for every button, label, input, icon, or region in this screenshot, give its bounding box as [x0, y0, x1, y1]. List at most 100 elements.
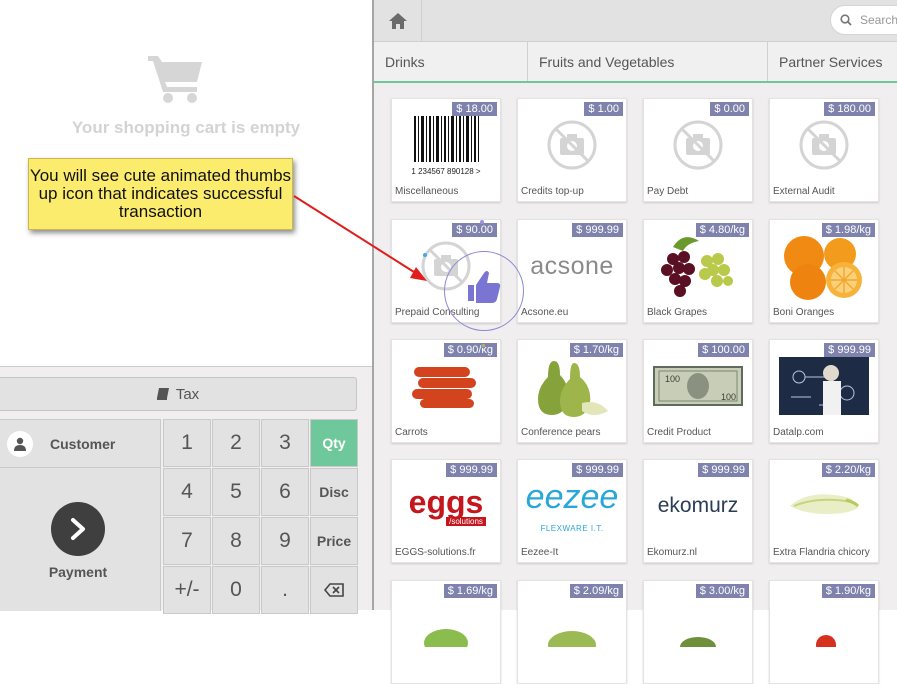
search-placeholder: Search: [860, 13, 897, 27]
product-card[interactable]: $ 180.00 External Audit: [769, 98, 879, 202]
shopping-cart-icon: [148, 56, 202, 103]
numpad-key-9[interactable]: 9: [261, 517, 309, 565]
product-card[interactable]: eggs /solutions $ 999.99 EGGS-solutions.…: [391, 459, 501, 563]
product-card[interactable]: $ 2.09/kg: [517, 580, 627, 684]
product-card[interactable]: $ 2.20/kg Extra Flandria chicory: [769, 459, 879, 563]
numpad: 1 2 3 Qty 4 5 6 Disc 7 8 9 Price +/- 0 .: [163, 419, 359, 614]
order-panel: Your shopping cart is empty You will see…: [0, 0, 372, 614]
product-name: External Audit: [773, 186, 835, 197]
product-price: $ 999.99: [698, 463, 749, 477]
user-icon: [7, 430, 33, 457]
product-card[interactable]: ekomurz $ 999.99 Ekomurz.nl: [643, 459, 753, 563]
product-card[interactable]: 100 100 $ 100.00 Credit Product: [643, 339, 753, 443]
home-button[interactable]: [374, 0, 422, 41]
acsone-logo-text: acsone: [530, 251, 614, 280]
product-name: EGGS-solutions.fr: [395, 547, 476, 558]
product-card[interactable]: $ 1.70/kg Conference pears: [517, 339, 627, 443]
product-name: Pay Debt: [647, 186, 689, 197]
product-card[interactable]: $ 1.98/kg Boni Oranges: [769, 219, 879, 323]
oranges-image: [770, 228, 878, 304]
product-card[interactable]: $ 0.90/kg Carrots: [391, 339, 501, 443]
product-card[interactable]: eezee FLEXWARE I.T. $ 999.99 Eezee-It: [517, 459, 627, 563]
product-price: $ 90.00: [452, 223, 497, 237]
no-image-camera-icon: [518, 107, 626, 183]
product-price: $ 1.00: [584, 102, 623, 116]
product-price: $ 999.99: [446, 463, 497, 477]
barcode-image: 1 234567 890128 >: [392, 107, 500, 183]
eezee-logo-sub: FLEXWARE I.T.: [540, 523, 604, 533]
carrots-image: [392, 348, 500, 424]
eezee-logo-text: eezee: [525, 477, 619, 516]
qty-mode-button[interactable]: Qty: [310, 419, 358, 467]
product-card[interactable]: $ 3.00/kg: [643, 580, 753, 684]
product-card[interactable]: $ 999.99 Datalp.com: [769, 339, 879, 443]
payment-button[interactable]: [51, 502, 105, 556]
product-name: Extra Flandria chicory: [773, 547, 870, 558]
numpad-key-4[interactable]: 4: [163, 468, 211, 516]
product-price: $ 1.70/kg: [569, 343, 623, 357]
numpad-key-0[interactable]: 0: [212, 566, 260, 614]
product-price: $ 1.98/kg: [821, 223, 875, 237]
category-drinks[interactable]: Drinks: [374, 42, 528, 81]
product-name: Conference pears: [521, 427, 601, 438]
numpad-key-3[interactable]: 3: [261, 419, 309, 467]
product-card[interactable]: acsone $ 999.99 Acsone.eu: [517, 219, 627, 323]
product-name: Eezee-It: [521, 547, 559, 558]
ekomurz-logo: ekomurz: [644, 468, 752, 544]
backspace-button[interactable]: [310, 566, 358, 614]
payment-label: Payment: [48, 564, 108, 580]
acsone-logo: acsone: [518, 228, 626, 304]
product-price: $ 180.00: [824, 102, 875, 116]
numpad-key-8[interactable]: 8: [212, 517, 260, 565]
numpad-key-plusminus[interactable]: +/-: [163, 566, 211, 614]
numpad-key-6[interactable]: 6: [261, 468, 309, 516]
product-card[interactable]: $ 1.69/kg: [391, 580, 501, 684]
product-card[interactable]: 1 234567 890128 > $ 18.00 Miscellaneous: [391, 98, 501, 202]
tax-button[interactable]: Tax: [0, 377, 357, 411]
thumbs-up-animation: [423, 220, 524, 348]
numpad-key-2[interactable]: 2: [212, 419, 260, 467]
eezee-logo: eezee FLEXWARE I.T.: [518, 468, 626, 544]
eggs-logo: eggs /solutions: [392, 468, 500, 544]
search-input[interactable]: Search: [830, 5, 897, 35]
product-image: [392, 589, 500, 665]
product-name: Black Grapes: [647, 307, 708, 318]
product-price: $ 18.00: [452, 102, 497, 116]
grapes-image: [644, 228, 752, 304]
product-card[interactable]: $ 4.80/kg Black Grapes: [643, 219, 753, 323]
product-name: Miscellaneous: [395, 186, 459, 197]
product-price: $ 0.90/kg: [443, 343, 497, 357]
product-price: $ 2.20/kg: [821, 463, 875, 477]
product-price: $ 1.69/kg: [443, 584, 497, 598]
chevron-right-icon: [71, 518, 85, 540]
product-card[interactable]: $ 1.00 Credits top-up: [517, 98, 627, 202]
category-fruits-vegetables[interactable]: Fruits and Vegetables: [528, 42, 768, 81]
product-price: $ 999.99: [824, 343, 875, 357]
customer-button[interactable]: Customer: [0, 420, 160, 468]
numpad-key-dot[interactable]: .: [261, 566, 309, 614]
category-partner-services[interactable]: Partner Services: [768, 42, 897, 81]
numpad-key-5[interactable]: 5: [212, 468, 260, 516]
search-icon: [840, 14, 852, 26]
price-mode-button[interactable]: Price: [310, 517, 358, 565]
cart-empty-text: Your shopping cart is empty: [71, 118, 301, 137]
disc-mode-button[interactable]: Disc: [310, 468, 358, 516]
product-name: Datalp.com: [773, 427, 824, 438]
product-card[interactable]: $ 1.90/kg: [769, 580, 879, 684]
eggs-logo-text: eggs: [408, 483, 484, 520]
no-image-camera-icon: [770, 107, 878, 183]
product-price: $ 3.00/kg: [695, 584, 749, 598]
numpad-key-1[interactable]: 1: [163, 419, 211, 467]
numpad-key-7[interactable]: 7: [163, 517, 211, 565]
product-price: $ 999.99: [572, 223, 623, 237]
product-price: $ 1.90/kg: [821, 584, 875, 598]
no-image-camera-icon: [644, 107, 752, 183]
svg-text:100: 100: [665, 374, 680, 384]
product-card[interactable]: $ 0.00 Pay Debt: [643, 98, 753, 202]
annotation-callout: You will see cute animated thumbs up ico…: [28, 158, 293, 230]
product-name: Ekomurz.nl: [647, 547, 698, 558]
product-name: Acsone.eu: [521, 307, 569, 318]
product-name: Carrots: [395, 427, 428, 438]
product-grid: 1 234567 890128 > $ 18.00 Miscellaneous …: [374, 83, 897, 684]
svg-text:100: 100: [721, 392, 736, 402]
